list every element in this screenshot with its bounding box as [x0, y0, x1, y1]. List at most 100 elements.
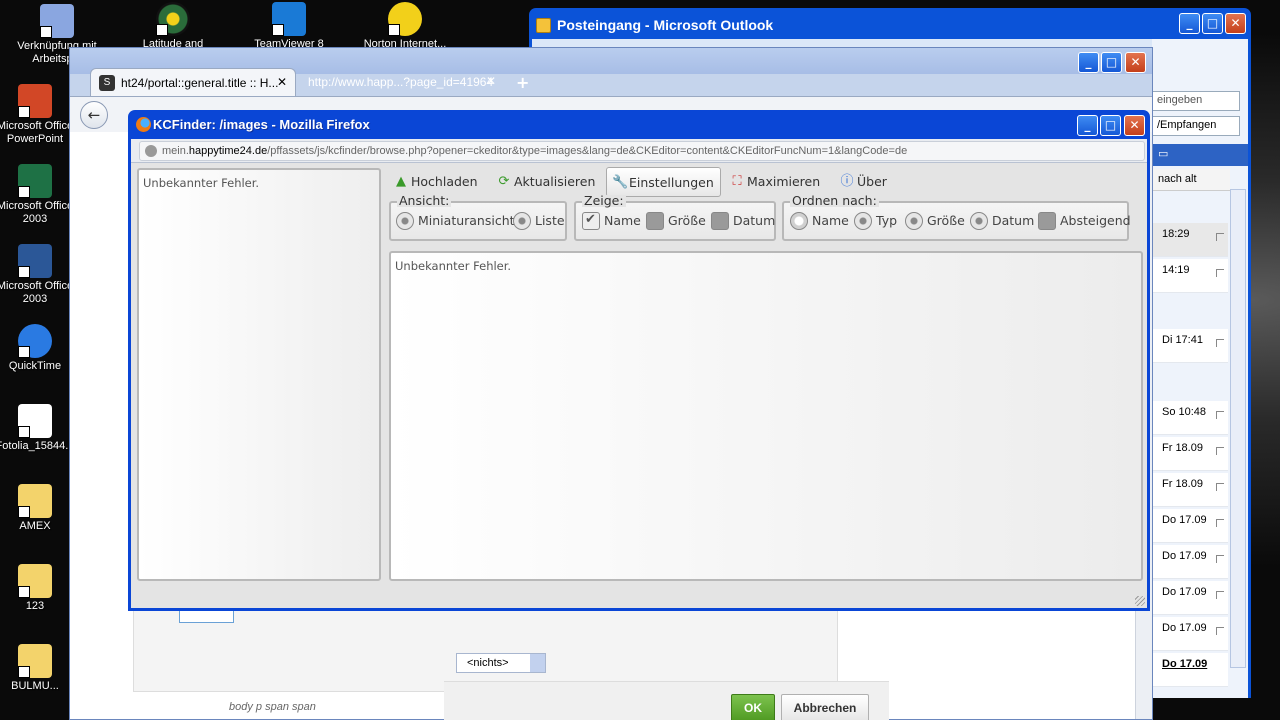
resize-grip[interactable] [1135, 596, 1145, 606]
desktop-icon-powerpoint[interactable]: Microsoft Office PowerPoint [0, 84, 80, 146]
view-thumbs-option[interactable]: Miniaturansicht [396, 212, 515, 230]
outlook-close-button[interactable]: ✕ [1225, 13, 1246, 34]
kcfinder-body: Unbekannter Fehler. ▲ Hochladen ⟳ Aktual… [131, 163, 1147, 608]
checkbox-size[interactable] [646, 212, 664, 230]
element-path[interactable]: body p span span [229, 701, 316, 713]
link-target-select[interactable]: <nichts> [456, 653, 546, 673]
norton-icon [388, 2, 422, 36]
kcfinder-url-bar: mein.happytime24.de/pffassets/js/kcfinde… [131, 139, 1147, 163]
outlook-scrollbar[interactable] [1230, 189, 1246, 668]
back-button[interactable]: ← [80, 101, 108, 129]
cancel-button[interactable]: Abbrechen [781, 694, 869, 720]
desktop-icon-word[interactable]: Microsoft Office 2003 [0, 244, 80, 306]
desktop-icon-quicktime[interactable]: QuickTime [0, 324, 80, 373]
checkbox-descending[interactable] [1038, 212, 1056, 230]
compass-icon [156, 2, 190, 36]
outlook-minimize-button[interactable]: _ [1179, 13, 1200, 34]
outlook-mail-row[interactable]: Do 17.09 [1152, 545, 1228, 579]
outlook-folder-select[interactable]: /Empfangen [1152, 116, 1240, 136]
quicktime-icon [18, 324, 52, 358]
flag-icon [1216, 269, 1224, 277]
outlook-mail-row[interactable]: 14:19 [1152, 259, 1228, 293]
kcfinder-close-button[interactable]: ✕ [1124, 115, 1145, 136]
url-field[interactable]: mein.happytime24.de/pffassets/js/kcfinde… [139, 141, 1145, 161]
outlook-mail-row[interactable]: Do 17.09 [1152, 581, 1228, 615]
show-name-option[interactable]: Name [582, 212, 641, 230]
order-legend: Ordnen nach: [790, 193, 879, 208]
folder-tree-panel: Unbekannter Fehler. [137, 168, 381, 581]
kcfinder-minimize-button[interactable]: _ [1077, 115, 1098, 136]
flag-icon [1216, 591, 1224, 599]
outlook-mail-row[interactable]: Do 17.09 [1152, 509, 1228, 543]
wrench-icon: 🔧 [612, 175, 629, 190]
radio-order-size[interactable] [905, 212, 923, 230]
kcfinder-maximize-button[interactable]: □ [1100, 115, 1121, 136]
desktop-icon-amex[interactable]: AMEX [0, 484, 80, 533]
folder-icon [18, 564, 52, 598]
upload-arrow-icon: ▲ [396, 174, 406, 189]
outlook-mail-row[interactable]: Di 17:41 [1152, 329, 1228, 363]
outlook-mail-row[interactable]: Fr 18.09 [1152, 473, 1228, 507]
desktop-icon-label: AMEX [19, 520, 51, 532]
outlook-mail-row[interactable]: 18:29 [1152, 223, 1228, 257]
tab-happytime[interactable]: http://www.happ...?page_id=41964 ✕ [298, 68, 504, 96]
desktop-icon-label: Fotolia_15844... [0, 440, 75, 452]
refresh-icon: ⟳ [498, 174, 510, 189]
tab-title: http://www.happ...?page_id=41964 [308, 75, 494, 89]
desktop-icon-fotolia[interactable]: Fotolia_15844... [0, 404, 80, 453]
order-desc-option[interactable]: Absteigend [1038, 212, 1131, 230]
new-tab-button[interactable]: + [516, 73, 529, 92]
teamviewer-icon [272, 2, 306, 36]
folder-icon [18, 644, 52, 678]
desktop-icon-bulmu[interactable]: BULMU... [0, 644, 80, 693]
order-size-option[interactable]: Größe [905, 212, 965, 230]
outlook-sort-header[interactable]: nach alt [1152, 169, 1230, 191]
desktop-icon-norton[interactable]: Norton Internet... [360, 2, 450, 51]
ok-button[interactable]: OK [731, 694, 775, 720]
desktop-icon-label: BULMU... [11, 680, 59, 692]
order-name-option[interactable]: Name [790, 212, 849, 230]
tab-close-icon[interactable]: ✕ [277, 75, 287, 89]
view-fieldset: Ansicht: Miniaturansicht Liste [389, 194, 567, 241]
firefox-minimize-button[interactable]: _ [1078, 52, 1099, 73]
firefox-maximize-button[interactable]: □ [1101, 52, 1122, 73]
radio-order-name[interactable] [790, 212, 808, 230]
outlook-maximize-button[interactable]: □ [1202, 13, 1223, 34]
firefox-close-button[interactable]: ✕ [1125, 52, 1146, 73]
outlook-mail-row[interactable]: Do 17.09 [1152, 617, 1228, 651]
view-legend: Ansicht: [397, 193, 452, 208]
desktop-icon-excel[interactable]: Microsoft Office 2003 [0, 164, 80, 226]
outlook-titlebar[interactable]: Posteingang - Microsoft Outlook [532, 11, 1248, 39]
globe-icon [145, 145, 157, 157]
desktop-icon-123[interactable]: 123 [0, 564, 80, 613]
checkbox-name[interactable] [582, 212, 600, 230]
show-fieldset: Zeige: Name Größe Datum [574, 194, 776, 241]
outlook-mail-row[interactable]: So 10:48 [1152, 401, 1228, 435]
order-type-option[interactable]: Typ [854, 212, 897, 230]
flag-icon [1216, 411, 1224, 419]
show-date-option[interactable]: Datum [711, 212, 775, 230]
view-list-option[interactable]: Liste [513, 212, 565, 230]
outlook-mail-row[interactable]: Fr 18.09 [1152, 437, 1228, 471]
kcfinder-titlebar[interactable]: KCFinder: /images - Mozilla Firefox [131, 110, 1147, 139]
desktop-icon-label: Microsoft Office 2003 [0, 280, 74, 305]
desktop-icon-teamviewer[interactable]: TeamViewer 8 [244, 2, 334, 51]
outlook-mail-row[interactable]: Do 17.09 [1152, 653, 1228, 687]
radio-order-type[interactable] [854, 212, 872, 230]
order-date-option[interactable]: Datum [970, 212, 1034, 230]
tab-title: ht24/portal::general.title :: H... [121, 76, 279, 90]
sidebar-error-text: Unbekannter Fehler. [143, 176, 260, 190]
flag-icon [1216, 233, 1224, 241]
powerpoint-icon [18, 84, 52, 118]
tab-portal[interactable]: S ht24/portal::general.title :: H... ✕ [90, 68, 296, 96]
show-size-option[interactable]: Größe [646, 212, 706, 230]
radio-thumbs[interactable] [396, 212, 414, 230]
radio-order-date[interactable] [970, 212, 988, 230]
checkbox-date[interactable] [711, 212, 729, 230]
radio-list[interactable] [513, 212, 531, 230]
outlook-folder-header: ▭ [1152, 144, 1248, 166]
show-legend: Zeige: [582, 193, 626, 208]
tab-close-icon[interactable]: ✕ [486, 74, 496, 88]
outlook-search-field[interactable]: eingeben [1152, 91, 1240, 111]
kcfinder-window: KCFinder: /images - Mozilla Firefox _ □ … [128, 110, 1150, 611]
